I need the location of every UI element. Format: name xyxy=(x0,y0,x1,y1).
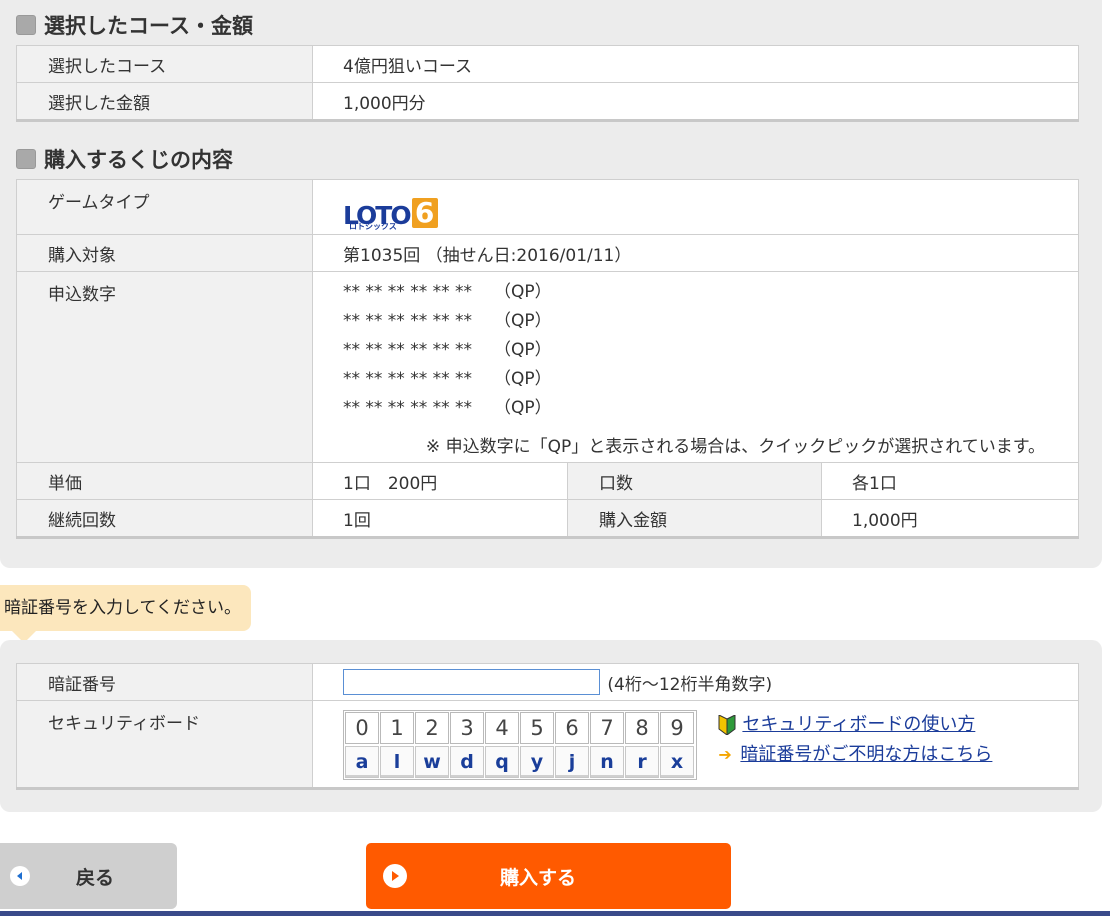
section-title-lottery-text: 購入するくじの内容 xyxy=(44,148,233,172)
amount-value: 1,000円分 xyxy=(312,82,1079,121)
board-key-digit[interactable]: 1 xyxy=(380,712,414,744)
arrow-left-icon xyxy=(10,866,30,886)
board-key-letter[interactable]: r xyxy=(625,746,659,778)
table-row: 継続回数 1回 購入金額 1,000円 xyxy=(16,499,1079,538)
list-item: ** ** ** ** ** ** （QP） xyxy=(343,369,552,389)
amount-label: 選択した金額 xyxy=(16,82,313,121)
game-type-label: ゲームタイプ xyxy=(16,179,313,235)
purchase-amount-value: 1,000円 xyxy=(821,499,1079,538)
board-key-digit[interactable]: 5 xyxy=(520,712,554,744)
board-key-letter[interactable]: j xyxy=(555,746,589,778)
list-item: ** ** ** ** ** ** （QP） xyxy=(343,398,552,418)
table-row: セキュリティボード 0 1 2 3 4 5 6 7 8 9 a l w d q … xyxy=(16,700,1079,789)
help-links: セキュリティボードの使い方 ➔ 暗証番号がご不明な方はこちら xyxy=(718,710,992,770)
numbers-list: ** ** ** ** ** ** （QP） ** ** ** ** ** ** （… xyxy=(313,278,1078,423)
purchase-summary-panel: 選択したコース・金額 選択したコース 4億円狙いコース 選択した金額 1,000… xyxy=(0,0,1102,568)
board-key-digit[interactable]: 7 xyxy=(590,712,624,744)
security-board: 0 1 2 3 4 5 6 7 8 9 a l w d q y j n r x xyxy=(343,710,697,780)
arrow-right-icon xyxy=(383,864,407,888)
board-key-letter[interactable]: a xyxy=(345,746,379,778)
list-item: ** ** ** ** ** ** （QP） xyxy=(343,311,552,331)
continuation-value: 1回 xyxy=(312,499,568,538)
forgot-pin-link[interactable]: 暗証番号がご不明な方はこちら xyxy=(740,740,992,770)
lottery-table: ゲームタイプ LOTO 6 ロトシックス 購入対象 第1035回 （抽せん日:2… xyxy=(16,179,1079,539)
pin-table: 暗証番号 (4桁〜12桁半角数字) セキュリティボード 0 1 2 3 4 5 … xyxy=(16,663,1079,790)
table-row: 選択した金額 1,000円分 xyxy=(16,82,1079,121)
pin-label: 暗証番号 xyxy=(16,663,313,701)
back-button[interactable]: 戻る xyxy=(0,843,177,909)
numbers-value: ** ** ** ** ** ** （QP） ** ** ** ** ** ** （… xyxy=(312,271,1079,463)
table-row: 申込数字 ** ** ** ** ** ** （QP） ** ** ** ** *… xyxy=(16,271,1079,463)
units-label: 口数 xyxy=(567,462,822,500)
numbers-label: 申込数字 xyxy=(16,271,313,463)
board-key-letter[interactable]: x xyxy=(660,746,694,778)
table-row: 単価 1口 200円 口数 各1口 xyxy=(16,462,1079,500)
table-row: 購入対象 第1035回 （抽せん日:2016/01/11） xyxy=(16,234,1079,272)
board-key-letter[interactable]: y xyxy=(520,746,554,778)
board-key-digit[interactable]: 0 xyxy=(345,712,379,744)
course-label: 選択したコース xyxy=(16,45,313,83)
pin-panel: 暗証番号 (4桁〜12桁半角数字) セキュリティボード 0 1 2 3 4 5 … xyxy=(0,640,1102,812)
square-bullet-icon xyxy=(16,149,36,169)
course-table: 選択したコース 4億円狙いコース 選択した金額 1,000円分 xyxy=(16,45,1079,122)
buy-button[interactable]: 購入する xyxy=(366,843,731,909)
security-board-cell: 0 1 2 3 4 5 6 7 8 9 a l w d q y j n r x … xyxy=(312,700,1079,789)
forgot-link-row: ➔ 暗証番号がご不明な方はこちら xyxy=(718,740,992,770)
board-key-letter[interactable]: l xyxy=(380,746,414,778)
board-key-digit[interactable]: 3 xyxy=(450,712,484,744)
section-title-course: 選択したコース・金額 xyxy=(16,10,253,40)
target-value: 第1035回 （抽せん日:2016/01/11） xyxy=(312,234,1079,272)
square-bullet-icon xyxy=(16,15,36,35)
table-row: ゲームタイプ LOTO 6 ロトシックス xyxy=(16,179,1079,235)
board-key-letter[interactable]: w xyxy=(415,746,449,778)
board-key-letter[interactable]: q xyxy=(485,746,519,778)
board-key-letter[interactable]: d xyxy=(450,746,484,778)
board-key-digit[interactable]: 8 xyxy=(625,712,659,744)
section-title-lottery: 購入するくじの内容 xyxy=(16,144,233,174)
unit-price-value: 1口 200円 xyxy=(312,462,568,500)
board-key-digit[interactable]: 9 xyxy=(660,712,694,744)
pin-hint: (4桁〜12桁半角数字) xyxy=(607,674,773,695)
security-board-label: セキュリティボード xyxy=(16,700,313,789)
section-title-course-text: 選択したコース・金額 xyxy=(44,14,253,38)
pin-prompt-bubble: 暗証番号を入力してください。 xyxy=(0,585,251,643)
security-board-howto-link[interactable]: セキュリティボードの使い方 xyxy=(742,710,975,740)
continuation-label: 継続回数 xyxy=(16,499,313,538)
units-value: 各1口 xyxy=(821,462,1079,500)
qp-note: ※ 申込数字に「QP」と表示される場合は、クイックピックが選択されています。 xyxy=(425,437,1045,457)
table-row: 暗証番号 (4桁〜12桁半角数字) xyxy=(16,663,1079,701)
loto-logo-number: 6 xyxy=(411,197,438,228)
footer-divider xyxy=(0,911,1110,916)
loto6-logo: LOTO 6 ロトシックス xyxy=(343,186,438,231)
letter-row: a l w d q y j n r x xyxy=(345,746,695,778)
game-type-value: LOTO 6 ロトシックス xyxy=(312,179,1079,235)
howto-link-row: セキュリティボードの使い方 xyxy=(718,710,992,740)
buy-button-label: 購入する xyxy=(499,866,576,889)
list-item: ** ** ** ** ** ** （QP） xyxy=(343,282,552,302)
beginner-mark-icon xyxy=(718,715,736,735)
back-button-label: 戻る xyxy=(76,866,115,889)
board-key-digit[interactable]: 4 xyxy=(485,712,519,744)
unit-price-label: 単価 xyxy=(16,462,313,500)
table-row: 選択したコース 4億円狙いコース xyxy=(16,45,1079,83)
pin-value-cell: (4桁〜12桁半角数字) xyxy=(312,663,1079,701)
course-value: 4億円狙いコース xyxy=(312,45,1079,83)
list-item: ** ** ** ** ** ** （QP） xyxy=(343,340,552,360)
board-key-digit[interactable]: 6 xyxy=(555,712,589,744)
board-key-letter[interactable]: n xyxy=(590,746,624,778)
target-label: 購入対象 xyxy=(16,234,313,272)
digit-row: 0 1 2 3 4 5 6 7 8 9 xyxy=(345,712,695,744)
arrow-right-icon: ➔ xyxy=(718,745,732,764)
purchase-amount-label: 購入金額 xyxy=(567,499,822,538)
pin-input[interactable] xyxy=(343,669,600,695)
board-key-digit[interactable]: 2 xyxy=(415,712,449,744)
loto-logo-sub: ロトシックス xyxy=(349,221,397,231)
